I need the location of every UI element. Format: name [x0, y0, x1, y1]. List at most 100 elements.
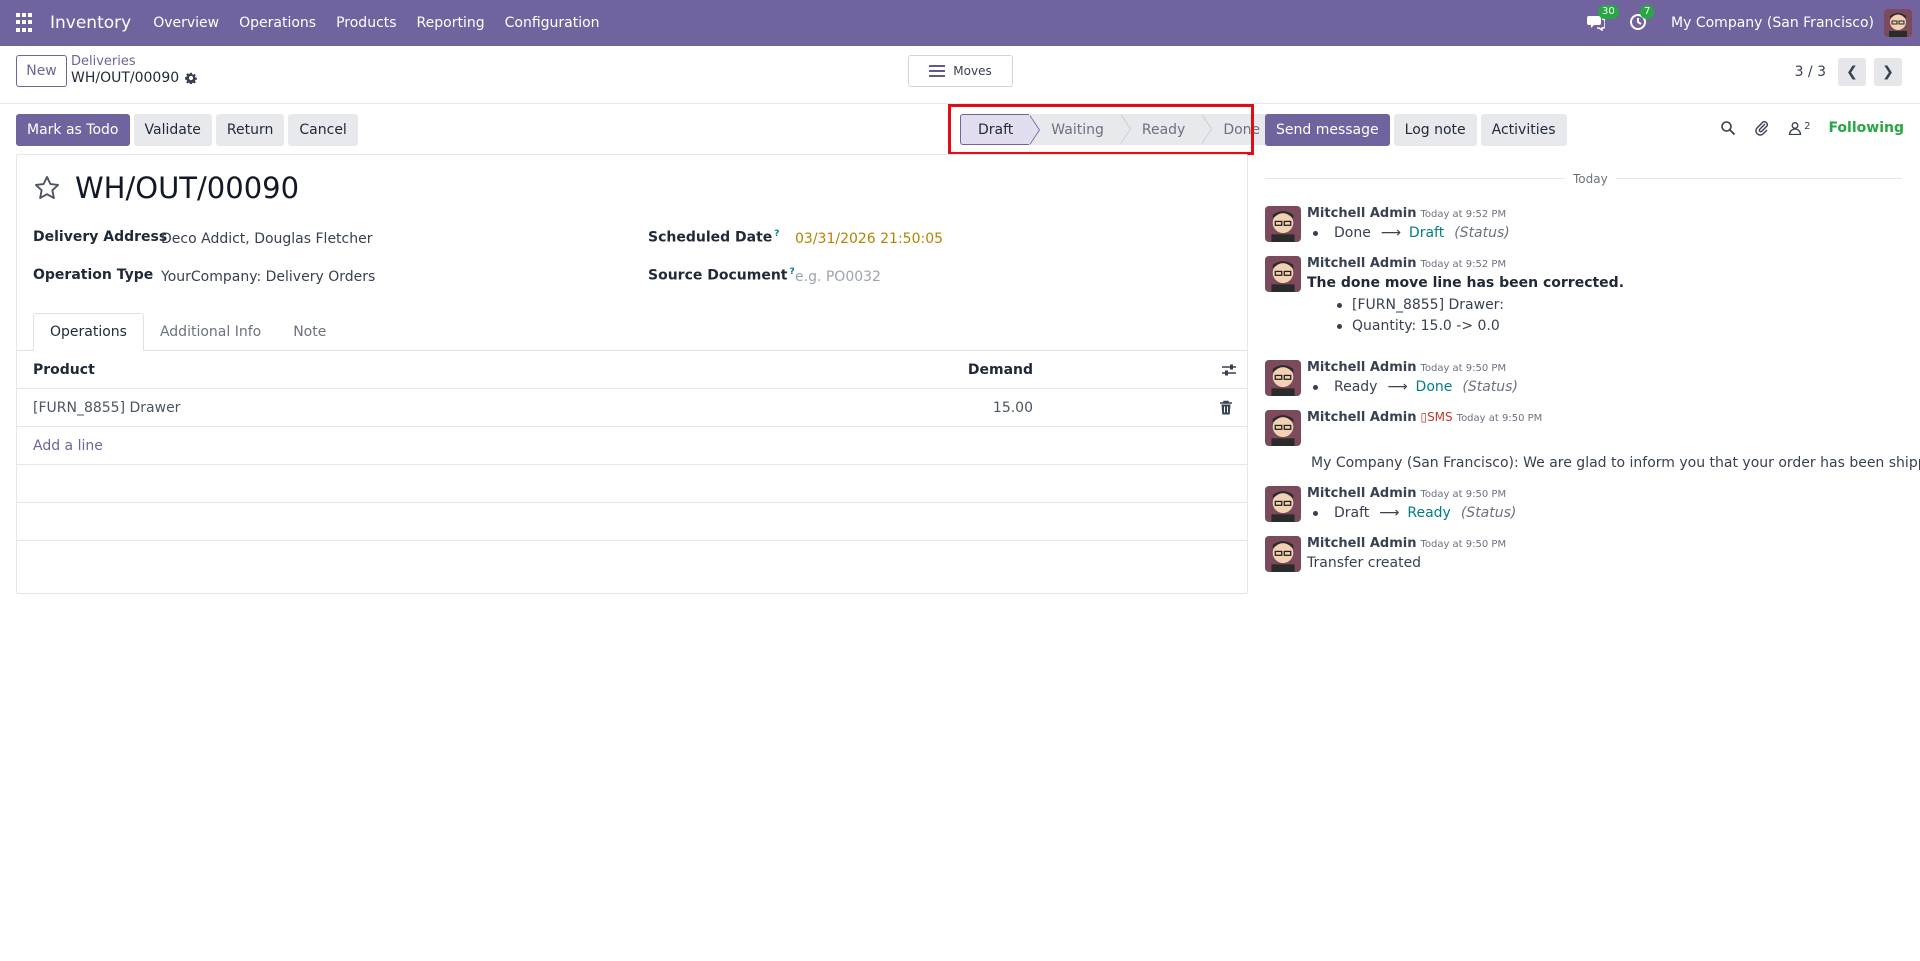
cancel-button[interactable]: Cancel [288, 114, 358, 146]
message-author[interactable]: Mitchell Admin [1307, 486, 1416, 501]
gear-icon[interactable] [185, 72, 198, 84]
tab-note[interactable]: Note [277, 313, 342, 351]
tab-additional-info[interactable]: Additional Info [144, 313, 277, 351]
sms-badge: ▯SMS [1420, 410, 1452, 424]
search-icon[interactable] [1720, 120, 1736, 136]
avatar[interactable] [1265, 486, 1301, 522]
followers-button[interactable]: 2 [1788, 121, 1810, 135]
source-document-field[interactable]: e.g. PO0032 [795, 269, 881, 285]
new-button[interactable]: New [16, 55, 67, 87]
old-value: Done [1334, 225, 1371, 241]
old-value: Draft [1334, 505, 1370, 521]
list-item-text: [FURN_8855] Drawer: [1352, 297, 1504, 313]
tab-operations[interactable]: Operations [33, 313, 144, 351]
menu-operations[interactable]: Operations [239, 15, 316, 31]
avatar[interactable] [1265, 256, 1301, 292]
star-icon[interactable] [33, 174, 61, 202]
help-icon[interactable]: ? [774, 229, 779, 239]
sliders-icon[interactable] [1221, 362, 1237, 378]
message-author[interactable]: Mitchell Admin [1307, 536, 1416, 551]
validate-button[interactable]: Validate [133, 114, 212, 146]
add-line-row: Add a line [17, 427, 1247, 465]
paperclip-icon[interactable] [1754, 120, 1770, 136]
control-panel: New Deliveries WH/OUT/00090 Moves 3 / 3 … [0, 46, 1920, 104]
following-button[interactable]: Following [1828, 120, 1904, 136]
tracked-field: (Status) [1460, 505, 1517, 521]
send-message-button[interactable]: Send message [1265, 114, 1390, 146]
table-row[interactable]: [FURN_8855] Drawer 15.00 [17, 389, 1247, 427]
trash-icon[interactable] [1219, 400, 1233, 416]
sms-label: SMS [1427, 410, 1453, 424]
new-value: Draft [1408, 225, 1445, 241]
delivery-address-field[interactable]: Deco Addict, Douglas Fletcher [161, 231, 373, 247]
message-time: Today at 9:50 PM [1420, 363, 1507, 374]
breadcrumb: Deliveries WH/OUT/00090 [71, 54, 198, 86]
chatter-actions: Send message Log note Activities [1265, 114, 1567, 146]
menu-configuration[interactable]: Configuration [505, 15, 600, 31]
table-header: Product Demand [17, 351, 1247, 389]
avatar[interactable] [1265, 410, 1301, 446]
menu-overview[interactable]: Overview [153, 15, 219, 31]
source-document-label: Source Document? [648, 267, 795, 284]
arrow-right-icon: ⟶ [1387, 379, 1408, 395]
message-text: Transfer created [1307, 555, 1422, 571]
scheduled-date-field[interactable]: 03/31/2026 21:50:05 [795, 231, 943, 247]
top-navbar: Inventory Overview Operations Products R… [0, 0, 1920, 46]
followers-count: 2 [1804, 121, 1811, 132]
arrow-right-icon: ⟶ [1379, 505, 1400, 521]
source-document-label-text: Source Document [648, 267, 788, 284]
message-time: Today at 9:52 PM [1420, 259, 1507, 270]
column-demand[interactable]: Demand [968, 362, 1033, 378]
pager-value[interactable]: 3 / 3 [1795, 64, 1826, 80]
apps-grid-icon[interactable] [16, 13, 36, 33]
mark-as-todo-button[interactable]: Mark as Todo [16, 114, 130, 146]
tracked-field: (Status) [1462, 379, 1518, 395]
return-button[interactable]: Return [215, 114, 285, 146]
row-demand[interactable]: 15.00 [993, 400, 1033, 416]
chat-icon[interactable]: 30 [1587, 5, 1619, 33]
log-note-button[interactable]: Log note [1393, 114, 1477, 146]
page-title: WH/OUT/00090 [75, 171, 300, 205]
activities-badge: 7 [1640, 5, 1655, 19]
avatar[interactable] [1265, 206, 1301, 242]
form-sheet: WH/OUT/00090 Delivery Address Deco Addic… [16, 154, 1248, 594]
moves-smart-button[interactable]: Moves [908, 55, 1013, 87]
menu-products[interactable]: Products [336, 15, 396, 31]
new-value: Ready [1407, 505, 1451, 521]
message-author[interactable]: Mitchell Admin [1307, 410, 1416, 425]
breadcrumb-current: WH/OUT/00090 [71, 70, 198, 86]
breadcrumb-deliveries[interactable]: Deliveries [71, 54, 197, 69]
message-author[interactable]: Mitchell Admin [1307, 256, 1416, 271]
operation-type-field[interactable]: YourCompany: Delivery Orders [161, 269, 375, 285]
message-author[interactable]: Mitchell Admin [1307, 360, 1416, 375]
date-separator: Today [1565, 172, 1616, 186]
avatar[interactable] [1265, 360, 1301, 396]
user-avatar[interactable] [1884, 9, 1912, 37]
tracking-value: Draft ⟶ Ready (Status) [1307, 505, 1516, 521]
pager-next-button[interactable]: ❯ [1874, 58, 1902, 86]
message-time: Today at 9:50 PM [1420, 539, 1507, 550]
activities-button[interactable]: Activities [1480, 114, 1567, 146]
scheduled-date-label: Scheduled Date? [648, 229, 780, 246]
company-switcher[interactable]: My Company (San Francisco) [1671, 15, 1874, 31]
clock-icon[interactable]: 7 [1629, 5, 1655, 33]
tracked-field: (Status) [1454, 225, 1510, 241]
message-time: Today at 9:50 PM [1456, 413, 1543, 424]
messages-badge: 30 [1598, 5, 1619, 19]
column-product[interactable]: Product [33, 362, 95, 378]
menu-reporting[interactable]: Reporting [417, 15, 485, 31]
form-actions: Mark as Todo Validate Return Cancel [16, 114, 358, 146]
empty-row [17, 503, 1247, 541]
chatter-tools: 2 Following [1720, 120, 1904, 136]
old-value: Ready [1334, 379, 1378, 395]
user-icon [1788, 122, 1802, 135]
app-name[interactable]: Inventory [50, 13, 131, 33]
help-icon[interactable]: ? [790, 267, 795, 277]
pager-previous-button[interactable]: ❮ [1838, 58, 1866, 86]
avatar[interactable] [1265, 536, 1301, 572]
message-list: [FURN_8855] Drawer: Quantity: 15.0 -> 0.… [1307, 295, 1624, 337]
add-a-line-link[interactable]: Add a line [33, 438, 103, 454]
tracking-value: Ready ⟶ Done (Status) [1307, 379, 1518, 395]
message-author[interactable]: Mitchell Admin [1307, 206, 1416, 221]
row-product[interactable]: [FURN_8855] Drawer [33, 400, 180, 416]
